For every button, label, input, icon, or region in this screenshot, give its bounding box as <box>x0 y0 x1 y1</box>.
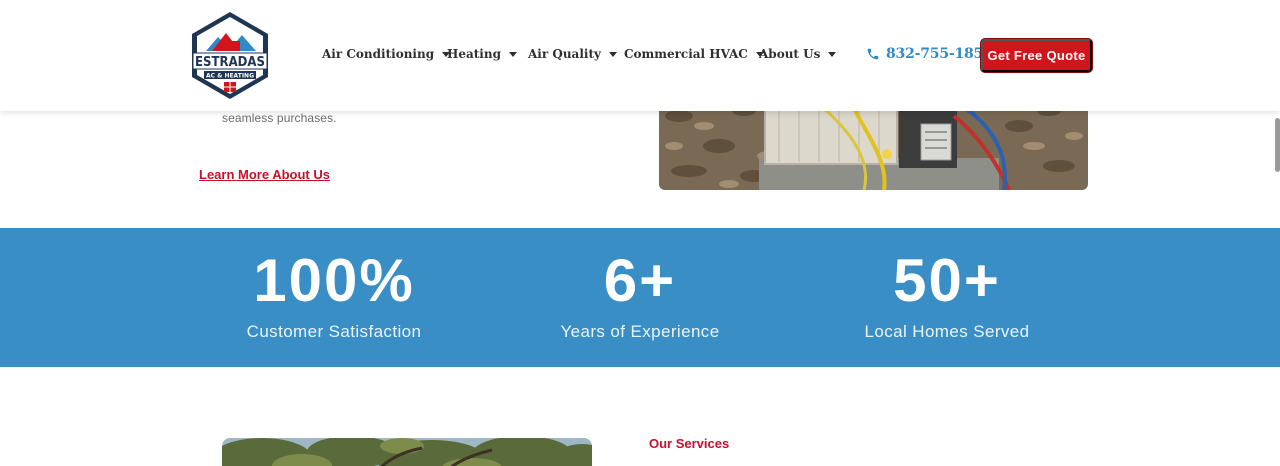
chevron-down-icon <box>508 51 517 57</box>
logo-wordmark: ESTRADAS <box>195 55 265 70</box>
stat-value: 50+ <box>893 247 1001 314</box>
stat-label: Customer Satisfaction <box>246 322 422 341</box>
intro-paragraph-tail: seamless purchases. <box>222 111 337 125</box>
chevron-down-icon <box>608 51 617 57</box>
stat-value: 6+ <box>603 247 677 314</box>
phone-number: 832-755-1856 <box>886 46 993 62</box>
chevron-down-icon <box>828 51 837 57</box>
nav-item-about-us[interactable]: About Us <box>759 47 837 61</box>
estradas-logo[interactable]: ESTRADAS AC & HEATING <box>190 11 270 100</box>
logo-subtitle: AC & HEATING <box>206 73 254 80</box>
nav-item-air-conditioning[interactable]: Air Conditioning <box>322 47 451 61</box>
nav-item-label: Heating <box>447 47 501 61</box>
nav-item-heating[interactable]: Heating <box>447 47 528 61</box>
stat-local-homes: 50+ Local Homes Served <box>797 228 1097 342</box>
stat-label: Years of Experience <box>560 322 720 341</box>
learn-more-about-us-link[interactable]: Learn More About Us <box>199 167 330 182</box>
nav-item-air-quality[interactable]: Air Quality <box>528 47 624 61</box>
stat-label: Local Homes Served <box>864 322 1030 341</box>
phone-icon <box>867 48 879 60</box>
stat-years-experience: 6+ Years of Experience <box>490 228 790 342</box>
nav-item-label: Air Quality <box>528 47 601 61</box>
stat-customer-satisfaction: 100% Customer Satisfaction <box>184 228 484 342</box>
services-tree-photo <box>222 438 592 466</box>
site-header: ESTRADAS AC & HEATING Air Conditioning H… <box>0 0 1280 111</box>
our-services-heading: Our Services <box>649 436 730 451</box>
stat-value: 100% <box>253 247 415 314</box>
stats-band: 100% Customer Satisfaction 6+ Years of E… <box>0 228 1280 367</box>
nav-item-commercial-hvac[interactable]: Commercial HVAC <box>624 47 764 61</box>
scrollbar-thumb[interactable] <box>1275 118 1280 172</box>
nav-item-label: About Us <box>759 47 821 61</box>
phone-link[interactable]: 832-755-1856 <box>866 46 993 62</box>
main-nav: Air Conditioning Heating Air Quality Com… <box>322 47 837 61</box>
get-free-quote-button[interactable]: Get Free Quote <box>981 39 1092 72</box>
nav-item-label: Air Conditioning <box>322 47 435 61</box>
nav-item-label: Commercial HVAC <box>624 47 748 61</box>
